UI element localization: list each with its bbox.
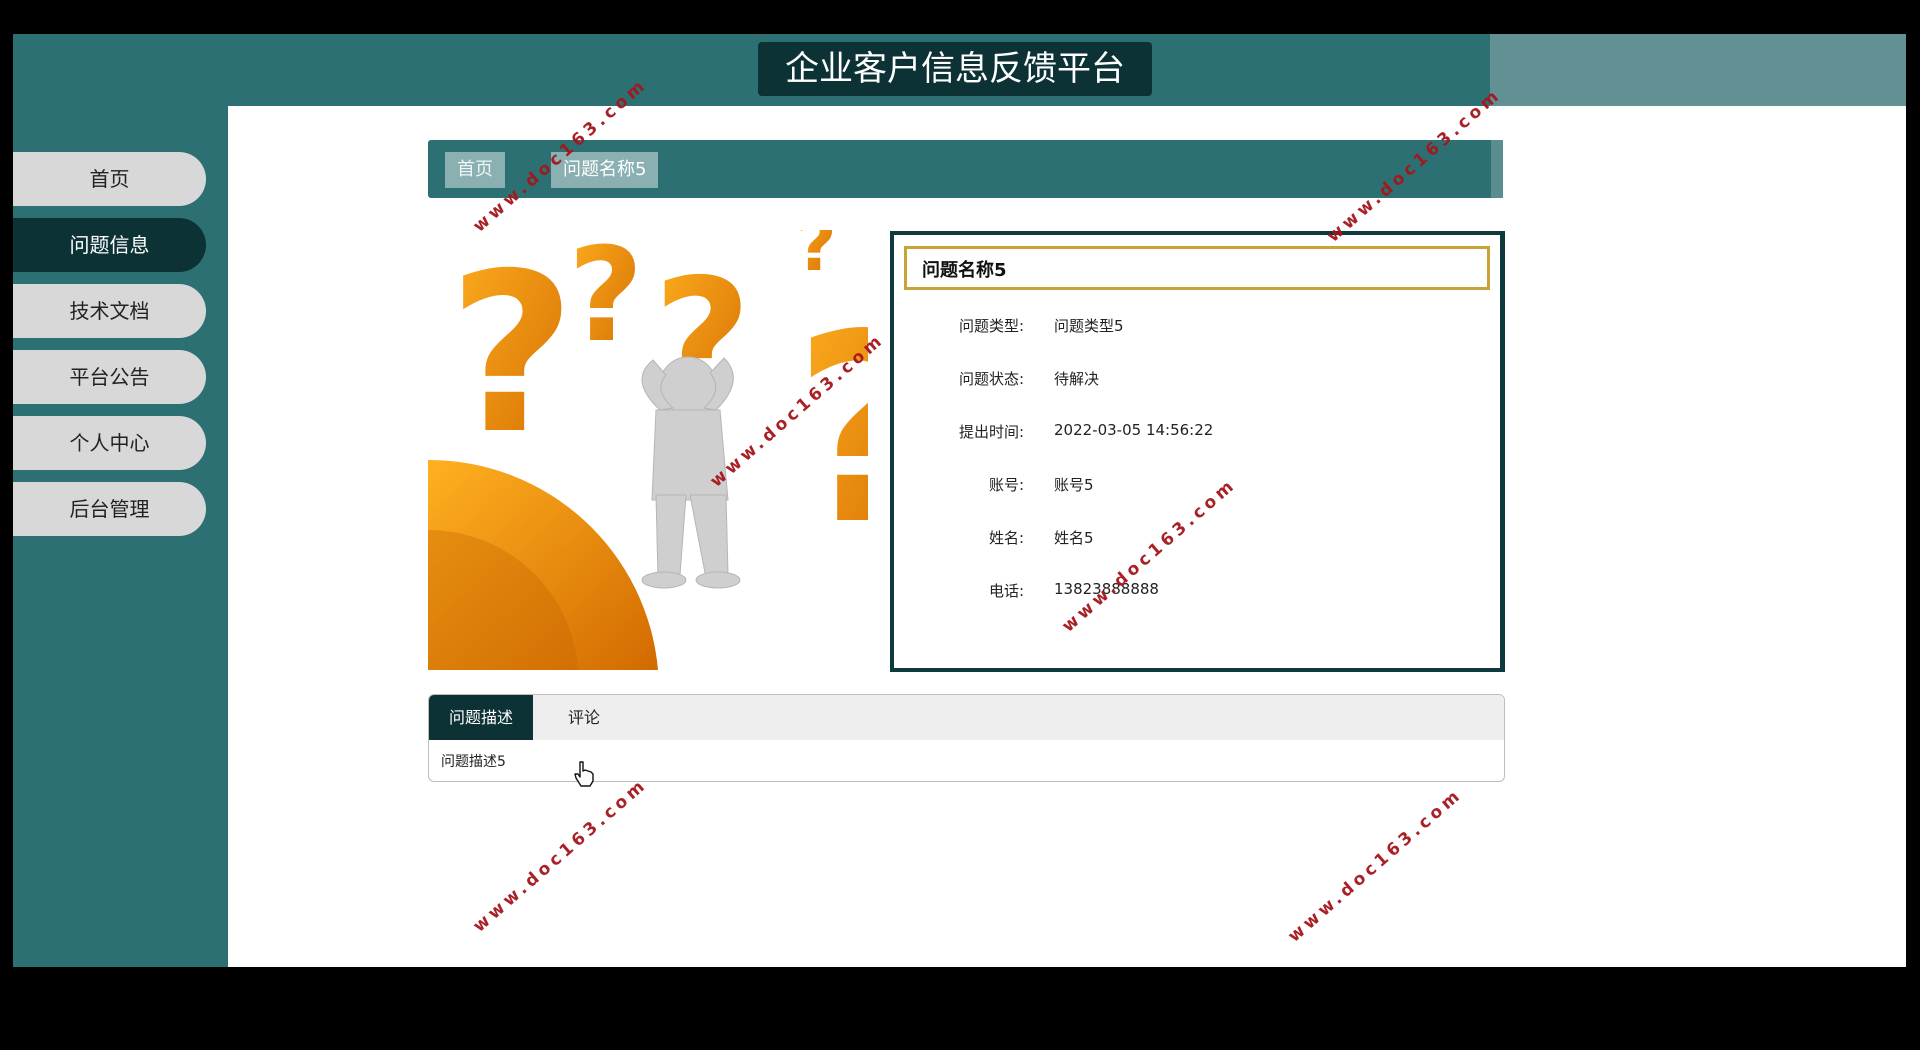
watermark-text: www.doc163.com [1284,784,1467,947]
header-right-panel [1490,34,1906,106]
detail-row-type: 问题类型: 问题类型5 [894,315,1494,339]
detail-value: 账号5 [1054,476,1094,494]
question-marks-illustration: ? ? ? ? ? [428,230,868,670]
detail-row-time: 提出时间: 2022-03-05 14:56:22 [894,421,1494,445]
tab-content-text: 问题描述5 [441,754,506,770]
sidebar: 首页 问题信息 技术文档 平台公告 个人中心 后台管理 [13,106,228,967]
detail-label: 问题状态: [958,370,1024,388]
detail-value: 姓名5 [1054,529,1094,547]
sidebar-item-personal-center[interactable]: 个人中心 [13,416,206,470]
detail-label: 提出时间: [958,423,1024,441]
issue-title: 问题名称5 [904,246,1490,290]
svg-text:?: ? [568,230,643,371]
sidebar-item-announcements[interactable]: 平台公告 [13,350,206,404]
sidebar-item-admin[interactable]: 后台管理 [13,482,206,536]
app-window: 企业客户信息反馈平台 首页 问题信息 技术文档 平台公告 个人中心 后台管理 首… [13,34,1906,967]
breadcrumb-home-link[interactable]: 首页 [445,152,505,188]
detail-label: 账号: [988,476,1024,494]
issue-detail-panel: 问题名称5 问题类型: 问题类型5 问题状态: 待解决 提出时间: 2022-0… [890,231,1505,672]
breadcrumb: 首页 问题名称5 [428,140,1503,198]
detail-row-phone: 电话: 13823888888 [894,580,1494,604]
sidebar-item-tech-docs[interactable]: 技术文档 [13,284,206,338]
detail-label: 姓名: [988,529,1024,547]
sidebar-item-issues[interactable]: 问题信息 [13,218,206,272]
watermark-text: www.doc163.com [469,774,652,937]
svg-text:?: ? [793,280,868,582]
tab-comments[interactable]: 评论 [559,695,609,740]
hand-cursor-icon [573,761,595,791]
issue-image: ? ? ? ? ? [428,230,868,670]
svg-text:?: ? [448,230,576,482]
detail-value: 问题类型5 [1054,317,1124,335]
site-title: 企业客户信息反馈平台 [758,42,1152,96]
detail-label: 电话: [988,582,1024,600]
detail-label: 问题类型: [958,317,1024,335]
svg-text:?: ? [796,230,837,287]
tab-description[interactable]: 问题描述 [429,695,533,740]
sidebar-item-home[interactable]: 首页 [13,152,206,206]
detail-value: 2022-03-05 14:56:22 [1054,421,1214,439]
header: 企业客户信息反馈平台 [13,34,1906,106]
detail-value: 待解决 [1054,370,1100,388]
detail-row-status: 问题状态: 待解决 [894,368,1494,392]
detail-row-name: 姓名: 姓名5 [894,527,1494,551]
detail-row-account: 账号: 账号5 [894,474,1494,498]
tab-strip: 问题描述 评论 [429,695,1504,740]
